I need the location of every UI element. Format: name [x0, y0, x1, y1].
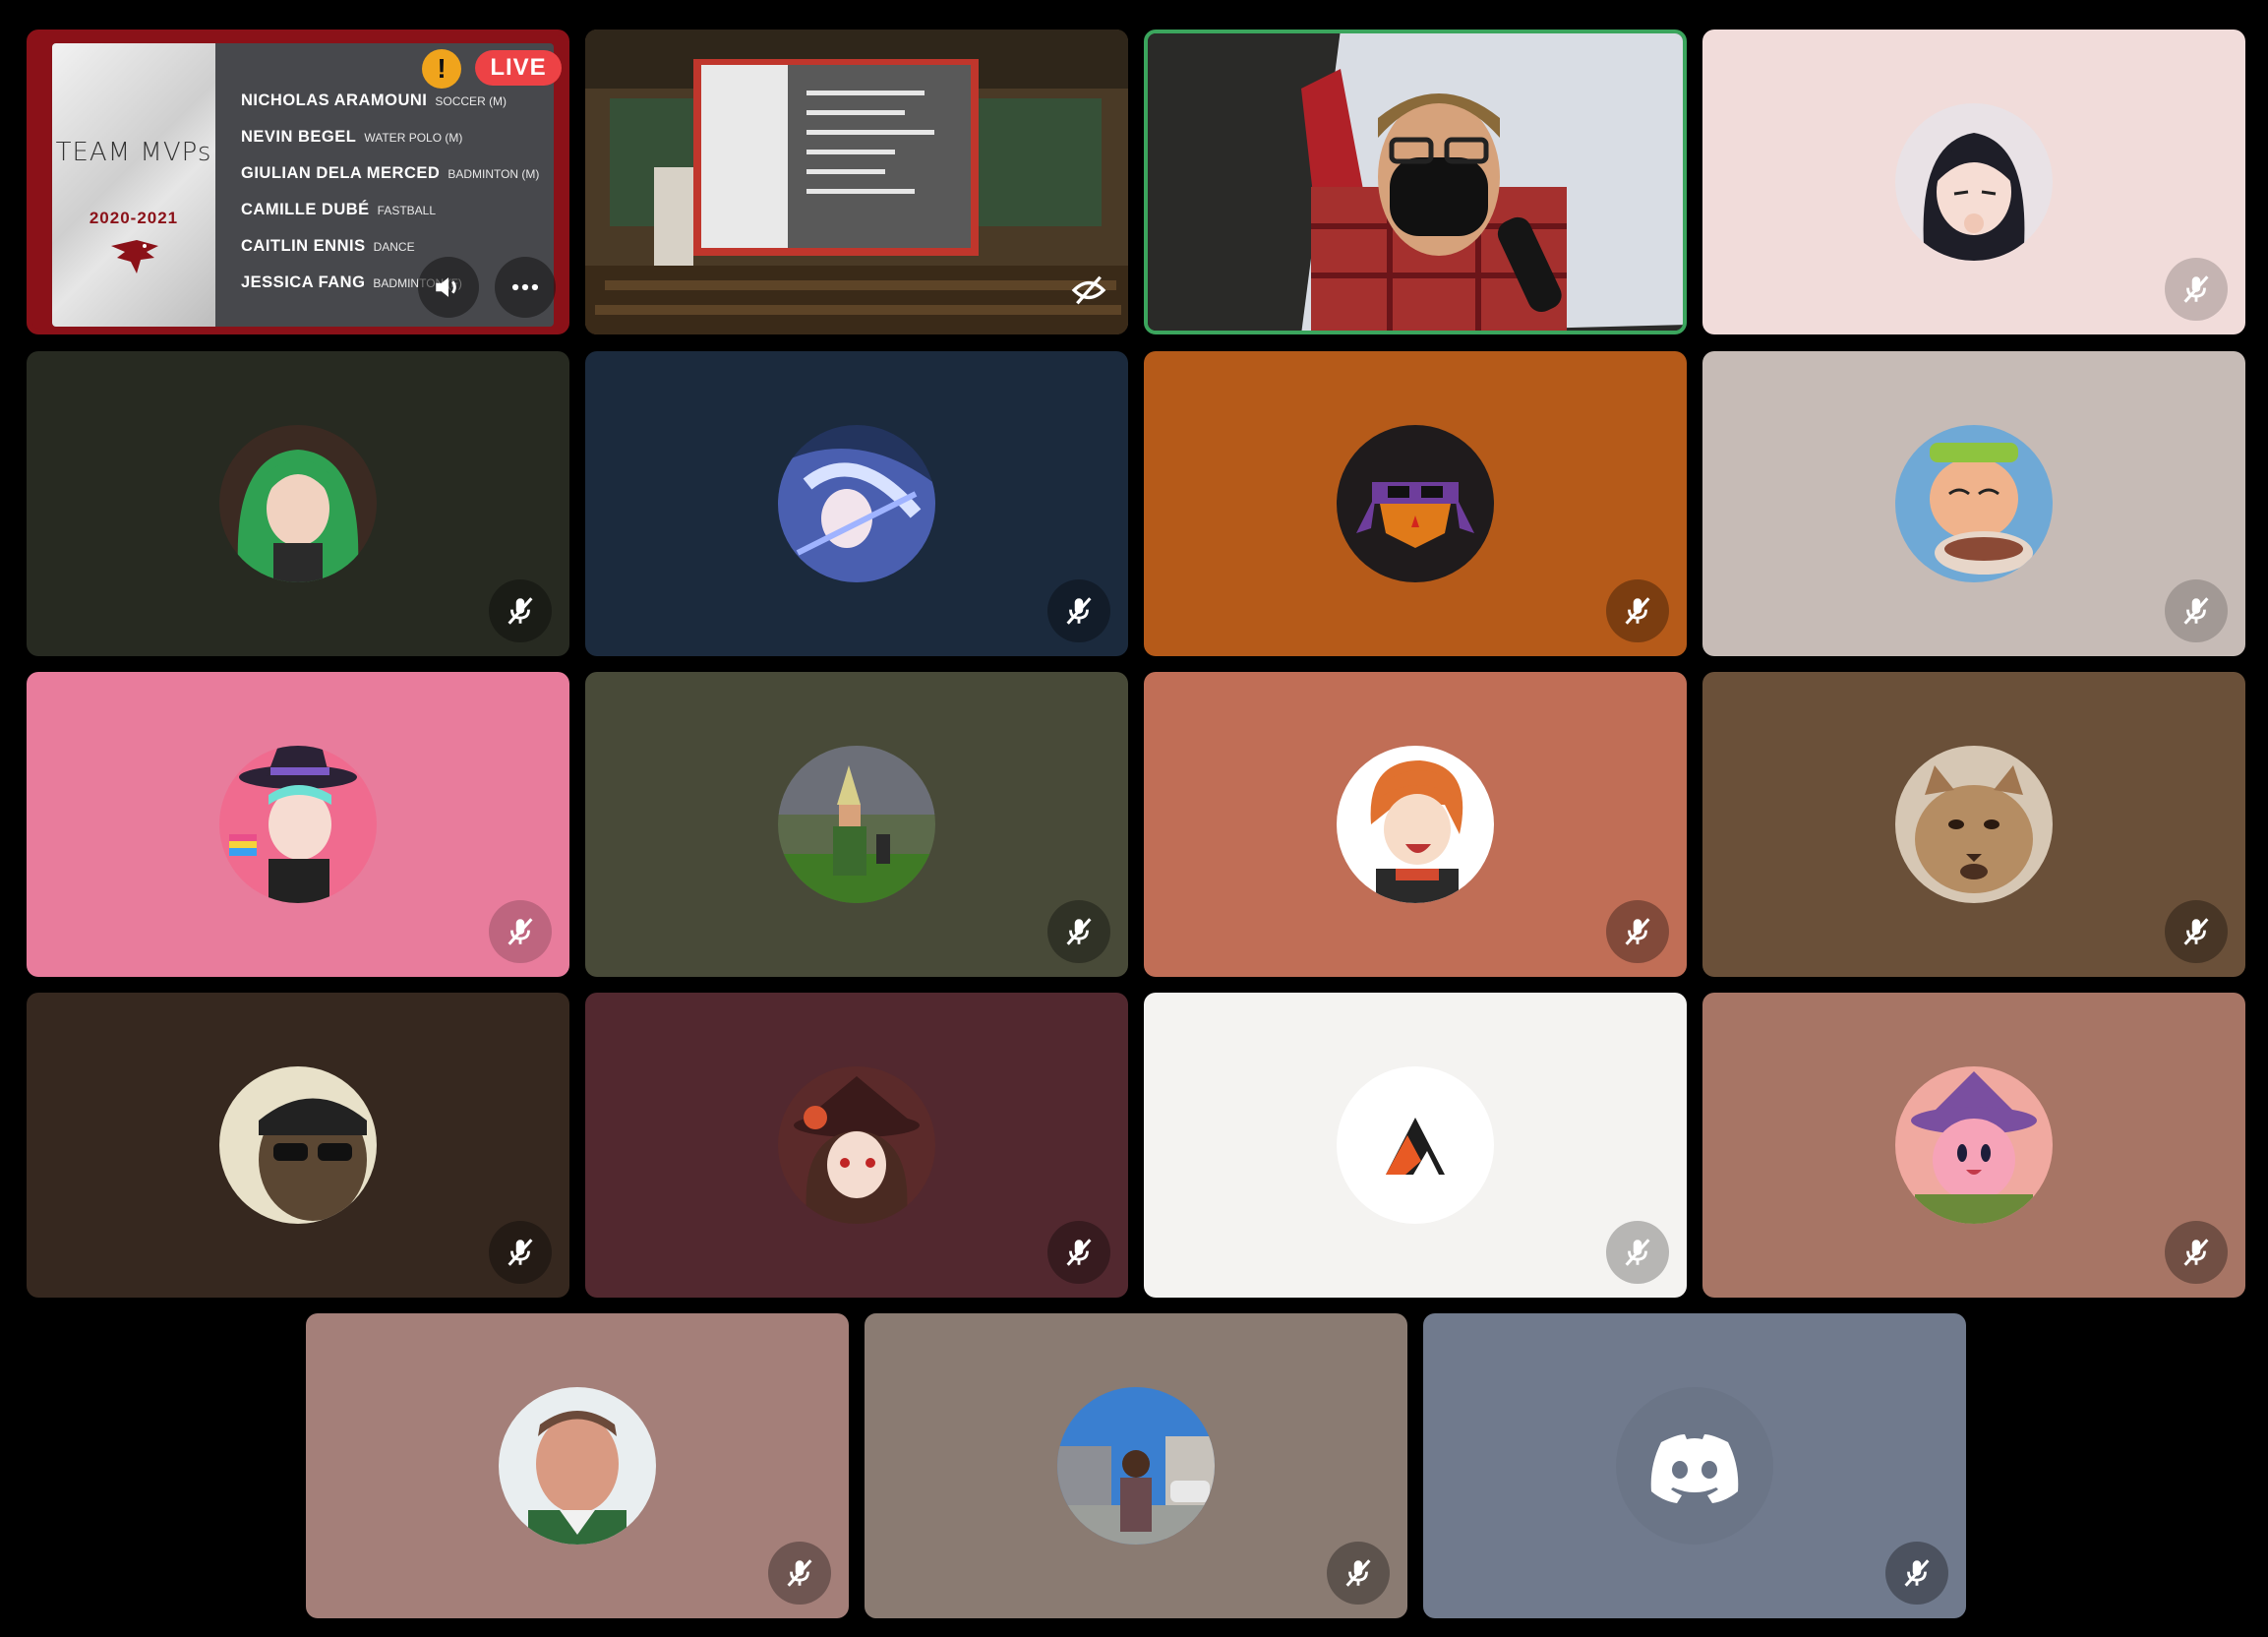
participant-tile[interactable]: [1144, 672, 1687, 977]
muted-indicator: [1885, 1542, 1948, 1605]
more-icon: [511, 283, 539, 291]
volume-icon: [436, 277, 456, 297]
muted-indicator: [1047, 900, 1110, 963]
mic-off-icon: [1625, 918, 1650, 945]
participant-tile[interactable]: [1702, 993, 2245, 1298]
anime-girl-avatar: [1895, 103, 2053, 261]
lecture-room-view: [585, 30, 1128, 334]
mvp-row: CAMILLE DUBÉ FASTBALL: [241, 201, 437, 218]
stream-tile-slides[interactable]: TEAM MVPs 2020-2021 NICHOLAS ARAMOUNI SOC…: [27, 30, 569, 334]
orange-hair-anime-avatar: [1337, 746, 1494, 903]
mvp-row: NEVIN BEGEL WATER POLO (M): [241, 128, 463, 146]
man-portrait-avatar: [499, 1387, 656, 1545]
street-photo-avatar: [1057, 1387, 1215, 1545]
mic-off-icon: [1625, 597, 1650, 625]
stream-tile-room[interactable]: [585, 30, 1128, 334]
mvp-row: GIULIAN DELA MERCED BADMINTON (M): [241, 164, 540, 182]
mic-off-icon: [1066, 918, 1092, 945]
mic-off-icon: [1345, 1559, 1371, 1587]
participant-tile[interactable]: [1144, 351, 1687, 656]
hide-video-icon[interactable]: [1069, 271, 1108, 310]
mic-off-icon: [2183, 918, 2209, 945]
participant-tile[interactable]: [585, 351, 1128, 656]
participant-tile[interactable]: [27, 672, 569, 977]
participant-tile[interactable]: [585, 672, 1128, 977]
participant-tile[interactable]: [865, 1313, 1407, 1618]
mic-off-icon: [1625, 1239, 1650, 1266]
muted-indicator: [489, 579, 552, 642]
muted-indicator: [1606, 1221, 1669, 1284]
mic-off-icon: [787, 1559, 812, 1587]
muted-indicator: [1047, 579, 1110, 642]
ninja-turtle-avatar: [1337, 425, 1494, 582]
camera-tile-speaker[interactable]: [1144, 30, 1687, 334]
ravens-logo-icon: [111, 240, 158, 273]
participant-tile[interactable]: [1702, 30, 2245, 334]
mic-off-icon: [2183, 597, 2209, 625]
cartoon-eating-avatar: [1895, 425, 2053, 582]
hu-tao-avatar: [778, 1066, 935, 1224]
muted-indicator: [489, 1221, 552, 1284]
slide-years: 2020-2021: [89, 209, 179, 227]
person-sunglasses-avatar: [219, 1066, 377, 1224]
participant-tile[interactable]: [1702, 351, 2245, 656]
more-options-button[interactable]: [495, 257, 556, 318]
mic-off-icon: [507, 597, 533, 625]
mic-off-icon: [2183, 1239, 2209, 1266]
participant-tile[interactable]: [306, 1313, 849, 1618]
mic-off-icon: [1066, 597, 1092, 625]
game-character-avatar: [778, 746, 935, 903]
kirby-avatar: [1895, 1066, 2053, 1224]
speaker-camera-view: [1148, 33, 1683, 331]
participant-tile[interactable]: [27, 351, 569, 656]
muted-indicator: [2165, 258, 2228, 321]
muted-indicator: [1047, 1221, 1110, 1284]
blue-anime-avatar: [778, 425, 935, 582]
mvp-row: NICHOLAS ARAMOUNI SOCCER (M): [241, 91, 507, 109]
slide-left-panel: TEAM MVPs 2020-2021: [52, 43, 215, 327]
cat-avatar: [1895, 746, 2053, 903]
participant-tile[interactable]: [1423, 1313, 1966, 1618]
mvp-list: NICHOLAS ARAMOUNI SOCCER (M) NEVIN BEGEL W…: [241, 83, 539, 301]
participant-tile[interactable]: [27, 993, 569, 1298]
participant-tile[interactable]: [1144, 993, 1687, 1298]
volume-button[interactable]: [418, 257, 479, 318]
discord-default-avatar: [1616, 1387, 1773, 1545]
green-hair-anime-avatar: [219, 425, 377, 582]
muted-indicator: [2165, 900, 2228, 963]
mic-off-icon: [507, 1239, 533, 1266]
mic-off-icon: [2183, 275, 2209, 303]
muted-indicator: [1606, 579, 1669, 642]
slide-title: TEAM MVPs: [55, 138, 212, 167]
muted-indicator: [1606, 900, 1669, 963]
muted-indicator: [489, 900, 552, 963]
muted-indicator: [1327, 1542, 1390, 1605]
muted-indicator: [2165, 1221, 2228, 1284]
participant-tile[interactable]: [585, 993, 1128, 1298]
mic-off-icon: [1066, 1239, 1092, 1266]
participant-tile[interactable]: [1702, 672, 2245, 977]
mvp-row: CAITLIN ENNIS DANCE: [241, 237, 415, 255]
muted-indicator: [2165, 579, 2228, 642]
mic-off-icon: [507, 918, 533, 945]
live-badge: LIVE: [475, 50, 562, 86]
triangle-logo-avatar: [1337, 1066, 1494, 1224]
stream-warning-icon[interactable]: !: [422, 49, 461, 89]
mic-off-icon: [1904, 1559, 1930, 1587]
witch-hat-avatar: [219, 746, 377, 903]
muted-indicator: [768, 1542, 831, 1605]
